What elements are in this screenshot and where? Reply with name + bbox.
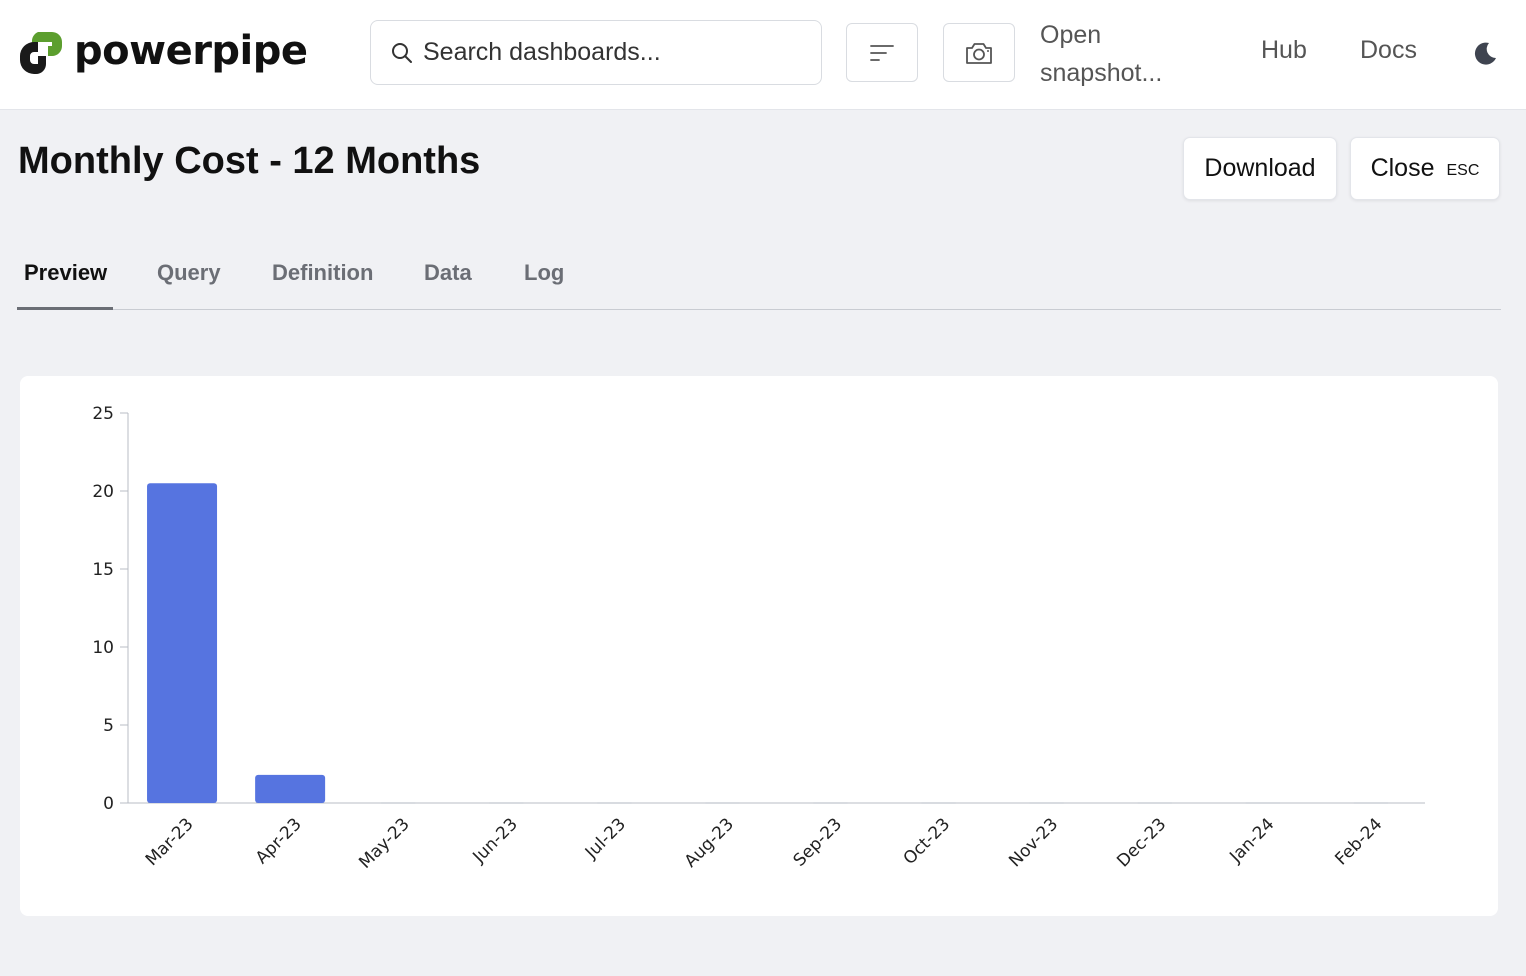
y-tick-label: 25 <box>92 404 114 424</box>
panel-tabs: Preview Query Definition Data Log <box>17 240 1501 310</box>
hub-link[interactable]: Hub <box>1261 36 1307 65</box>
bar-apr-23 <box>255 774 326 803</box>
x-tick-label: May-23 <box>355 814 413 872</box>
search-icon <box>392 42 412 63</box>
x-tick-label: Jul-23 <box>581 814 630 863</box>
active-tab-indicator <box>17 307 113 310</box>
camera-icon <box>966 42 992 64</box>
x-tick-label: Nov-23 <box>1005 814 1062 871</box>
powerpipe-logo-icon <box>20 32 62 74</box>
close-shortcut-hint: ESC <box>1446 161 1480 179</box>
x-tick-label: Mar-23 <box>142 814 198 870</box>
x-tick-label: Jun-23 <box>469 814 522 867</box>
search-box[interactable] <box>370 20 822 85</box>
download-label: Download <box>1204 154 1316 182</box>
y-tick-label: 0 <box>103 794 114 814</box>
open-snapshot-link[interactable]: Open snapshot... <box>1040 16 1180 92</box>
y-tick-label: 10 <box>92 638 114 658</box>
x-tick-label: Feb-24 <box>1331 814 1386 869</box>
tab-definition[interactable]: Definition <box>272 260 373 286</box>
docs-link[interactable]: Docs <box>1360 36 1417 65</box>
y-tick-label: 15 <box>92 560 114 580</box>
search-input[interactable] <box>423 38 803 67</box>
tab-data[interactable]: Data <box>424 260 472 286</box>
moon-icon <box>1474 42 1496 65</box>
x-tick-label: Oct-23 <box>900 814 955 869</box>
tab-log[interactable]: Log <box>524 260 564 286</box>
logo-text: powerpipe <box>74 28 308 74</box>
filter-icon <box>870 44 894 61</box>
bar-chart: 0 5 10 15 20 25 Mar-23 Apr-23 May-23 Jun-23 Jul-23… <box>92 404 1425 873</box>
tab-query[interactable]: Query <box>157 260 221 286</box>
x-tick-label: Dec-23 <box>1113 814 1170 871</box>
top-header: powerpipe Open snapshot... Hub Docs <box>0 0 1526 110</box>
y-tick-label: 5 <box>103 716 114 736</box>
x-tick-label: Aug-23 <box>681 814 738 871</box>
download-button[interactable]: Download <box>1183 137 1337 200</box>
x-tick-label: Sep-23 <box>790 814 846 870</box>
snapshot-button[interactable] <box>943 23 1015 82</box>
close-label: Close <box>1370 154 1435 182</box>
tab-preview[interactable]: Preview <box>24 260 107 286</box>
page-title: Monthly Cost - 12 Months <box>18 140 481 182</box>
bar-mar-23 <box>147 483 218 803</box>
filter-button[interactable] <box>846 23 918 82</box>
theme-toggle[interactable] <box>1472 40 1498 71</box>
close-button[interactable]: Close ESC <box>1350 137 1500 200</box>
y-tick-label: 20 <box>92 482 114 502</box>
chart-card: 0 5 10 15 20 25 Mar-23 Apr-23 May-23 Jun-23 Jul-23… <box>20 376 1498 916</box>
x-tick-label: Apr-23 <box>252 814 306 868</box>
x-tick-label: Jan-24 <box>1225 814 1278 867</box>
logo[interactable]: powerpipe <box>18 28 308 74</box>
